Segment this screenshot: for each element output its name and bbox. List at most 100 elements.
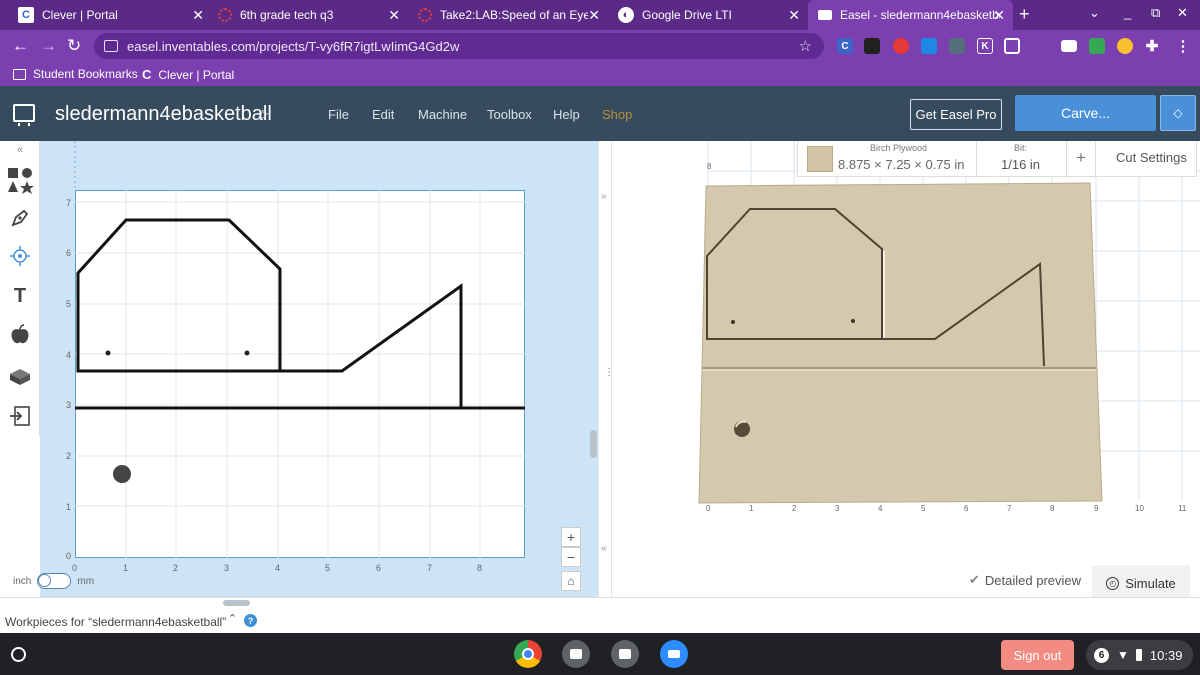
x-tick-label: 5 [921, 504, 926, 513]
workpiece-area[interactable] [75, 190, 525, 558]
carve-button[interactable]: Carve... [1015, 95, 1156, 131]
k-extension-icon[interactable]: K [977, 38, 993, 54]
close-icon[interactable]: ✕ [192, 7, 204, 24]
status-tray[interactable]: 6 ▼ 10:39 [1086, 640, 1193, 670]
clever-extension-icon[interactable]: C [837, 38, 853, 54]
easel-logo-icon[interactable] [13, 104, 35, 126]
minimize-icon[interactable]: _ [1124, 5, 1131, 20]
monitor-extension-icon[interactable] [1061, 40, 1077, 52]
simulate-label: Simulate [1125, 575, 1176, 591]
bit-value[interactable]: 1/16 in [1001, 157, 1040, 172]
battery-icon [1135, 649, 1142, 661]
tab-speed-lab[interactable]: Take2:LAB:Speed of an EyeBall ✕ [408, 0, 608, 30]
divider [1066, 141, 1067, 177]
tab-easel[interactable]: Easel - sledermann4ebasketball ✕ [808, 0, 1013, 30]
expand-right-icon[interactable]: » [601, 191, 607, 202]
chevron-up-icon[interactable]: ⌃ [228, 612, 237, 625]
block-icon[interactable] [0, 357, 40, 395]
x-tick-label: 4 [275, 563, 281, 573]
sign-out-button[interactable]: Sign out [1001, 640, 1074, 670]
simulate-button[interactable]: ◴ Simulate [1092, 565, 1190, 601]
shield-extension-icon[interactable] [1004, 38, 1020, 54]
close-icon[interactable]: ✕ [388, 7, 400, 24]
extension-icon[interactable] [949, 38, 965, 54]
material-size[interactable]: 8.875 × 7.25 × 0.75 in [838, 157, 965, 172]
pane-splitter[interactable]: » ⋮ « [598, 141, 614, 597]
zoom-out-button[interactable]: − [561, 547, 581, 567]
cut-settings-button[interactable]: Cut Settings [1116, 150, 1187, 165]
menu-file[interactable]: File [328, 107, 349, 122]
detailed-preview-toggle[interactable]: ✔ Detailed preview [969, 572, 1081, 588]
chrome-icon[interactable] [514, 640, 542, 668]
material-swatch[interactable] [807, 146, 833, 172]
pen-icon[interactable] [0, 199, 40, 237]
check-icon: ✔ [969, 572, 980, 587]
new-tab-button[interactable]: + [1019, 4, 1030, 25]
close-icon[interactable]: ✕ [788, 7, 800, 24]
text-icon[interactable]: T [0, 277, 40, 315]
help-icon[interactable]: ? [244, 614, 257, 627]
apple-icon[interactable] [0, 315, 40, 353]
launcher-icon[interactable] [11, 647, 26, 662]
zoom-app-icon[interactable] [660, 640, 688, 668]
drive-extension-icon[interactable] [1089, 38, 1105, 54]
reload-icon[interactable]: ↻ [67, 36, 81, 56]
horizontal-scrollbar[interactable] [223, 600, 250, 606]
y-tick-label: 8 [707, 162, 712, 171]
add-bit-button[interactable]: + [1076, 148, 1086, 168]
target-icon[interactable] [0, 237, 40, 275]
loading-ring-icon [218, 8, 232, 22]
collapse-icon[interactable]: « [0, 141, 40, 159]
bookmark-star-icon[interactable]: ☆ [799, 37, 812, 55]
address-bar[interactable]: easel.inventables.com/projects/T-vy6fR7i… [94, 33, 824, 59]
project-name[interactable]: sledermann4ebasketball [55, 103, 272, 126]
camera-app-icon[interactable] [611, 640, 639, 668]
close-icon[interactable]: ✕ [588, 7, 600, 24]
unit-toggle[interactable] [37, 573, 72, 589]
get-easel-pro-button[interactable]: Get Easel Pro [910, 99, 1002, 130]
menu-shop[interactable]: Shop [602, 107, 632, 122]
workpieces-label[interactable]: Workpieces for “sledermann4ebasketball” [5, 615, 226, 629]
tab-title: Google Drive LTI [642, 8, 732, 22]
workpieces-bar: Workpieces for “sledermann4ebasketball” … [0, 597, 1200, 633]
forward-icon[interactable]: → [40, 36, 57, 56]
menu-toolbox[interactable]: Toolbox [487, 107, 532, 122]
extension-icon[interactable] [893, 38, 909, 54]
menu-dots-icon[interactable]: ⋮ [1175, 38, 1191, 55]
extension-icon[interactable] [1117, 38, 1133, 54]
bookmark-student[interactable]: Student Bookmarks [13, 67, 138, 81]
ball-shape [113, 465, 131, 483]
profile-menu-icon[interactable]: ⌄ [1089, 5, 1100, 21]
tab-google-drive[interactable]: ◐ Google Drive LTI ✕ [608, 0, 808, 30]
carve-preview[interactable]: 8 0 1 2 3 4 5 6 7 8 9 10 11 [612, 141, 1200, 597]
expand-left-icon[interactable]: « [601, 543, 607, 554]
zoom-in-button[interactable]: + [561, 527, 581, 547]
menu-edit[interactable]: Edit [372, 107, 394, 122]
camera-app-icon[interactable] [562, 640, 590, 668]
tab-clever[interactable]: C Clever | Portal ✕ [8, 0, 212, 30]
tab-6th-grade[interactable]: 6th grade tech q3 ✕ [208, 0, 408, 30]
menu-machine[interactable]: Machine [418, 107, 467, 122]
home-view-icon[interactable]: ⌂ [561, 571, 581, 591]
y-tick-label: 1 [66, 502, 72, 512]
shapes-icon[interactable] [0, 161, 40, 199]
restore-icon[interactable]: ⧉ [1151, 5, 1160, 21]
carved-ball [734, 421, 750, 437]
extension-icon[interactable] [864, 38, 880, 54]
back-icon[interactable]: ← [12, 36, 29, 56]
carved-hole [731, 320, 735, 324]
hole-marker [105, 350, 111, 356]
import-icon[interactable] [0, 397, 40, 435]
favorite-star-icon[interactable]: ☆ [256, 106, 269, 124]
extension-icon[interactable] [921, 38, 937, 54]
tab-title: Clever | Portal [42, 8, 118, 22]
close-icon[interactable]: ✕ [993, 7, 1005, 24]
menu-help[interactable]: Help [553, 107, 580, 122]
fullscreen-icon[interactable]: ◇ [1160, 95, 1196, 131]
close-window-icon[interactable]: ✕ [1177, 5, 1188, 21]
vertical-scrollbar[interactable] [590, 430, 597, 458]
site-info-icon[interactable] [104, 40, 118, 52]
extensions-puzzle-icon[interactable]: ✚ [1144, 38, 1160, 55]
bookmark-clever[interactable]: C Clever | Portal [142, 67, 234, 82]
material-name[interactable]: Birch Plywood [870, 143, 927, 153]
